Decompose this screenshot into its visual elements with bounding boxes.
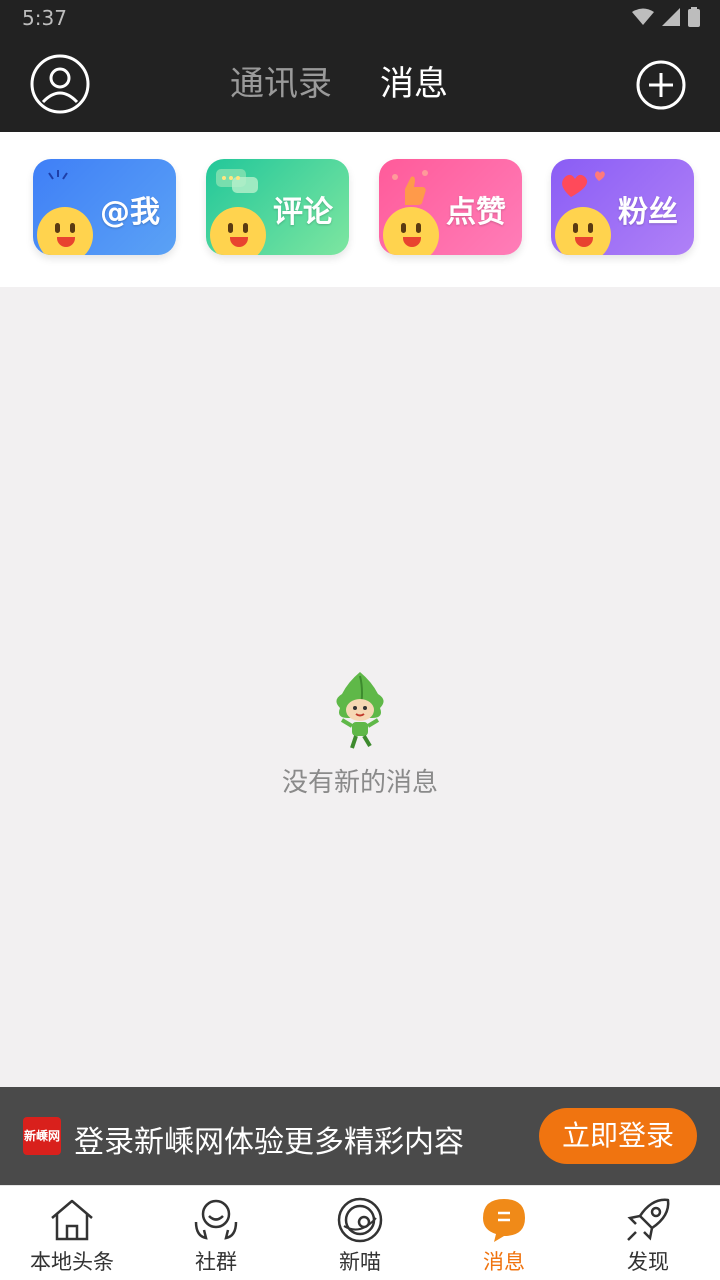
chat-bubble-icon [216,169,258,193]
community-icon [194,1199,238,1240]
leaf-mascot-icon [336,672,384,749]
tab-contacts[interactable]: 通讯录 [230,62,332,106]
login-prompt-text: 登录新嵊网体验更多精彩内容 [74,1125,464,1160]
nav-item-local-headlines[interactable]: 本地头条 [0,1186,144,1280]
message-icon [483,1199,525,1242]
smiley-face-icon [37,207,93,255]
top-header: 通讯录 消息 [0,36,720,132]
login-button[interactable]: 立即登录 [539,1108,697,1164]
signal-icon [662,8,680,26]
home-icon [51,1199,93,1241]
add-icon[interactable] [636,60,686,110]
wifi-icon [632,8,654,25]
nav-label: 本地头条 [30,1250,114,1274]
empty-state: 没有新的消息 [0,672,720,799]
comments-card[interactable]: 评论 [206,159,349,255]
nav-label: 社群 [195,1250,237,1274]
login-banner: 新嵊网 登录新嵊网体验更多精彩内容 立即登录 [0,1087,720,1185]
nav-label: 消息 [483,1250,525,1274]
status-time: 5:37 [22,6,67,30]
site-logo: 新嵊网 [23,1117,61,1155]
quick-actions: @我 评论 点赞 粉丝 [0,132,720,287]
comments-label: 评论 [273,195,333,230]
status-icons [632,7,700,27]
bottom-nav: 本地头条 社群 新喵 消息 发现 [0,1185,720,1280]
followers-card[interactable]: 粉丝 [551,159,694,255]
nav-label: 发现 [627,1250,669,1274]
profile-avatar-icon[interactable] [30,54,90,114]
heart-icon [562,171,605,197]
battery-icon [688,7,700,27]
smiley-face-icon [555,207,611,255]
status-bar: 5:37 [0,0,720,36]
tab-messages[interactable]: 消息 [380,62,448,106]
nav-label: 新喵 [339,1250,381,1274]
planet-icon [337,1197,383,1243]
sparkle-icon [48,170,68,180]
nav-item-messages[interactable]: 消息 [432,1186,576,1280]
followers-label: 粉丝 [618,195,678,230]
header-tabs: 通讯录 消息 [230,62,448,106]
smiley-face-icon [383,207,439,255]
likes-label: 点赞 [446,195,506,230]
mentions-card[interactable]: @我 [33,159,176,255]
empty-state-text: 没有新的消息 [281,768,438,798]
likes-card[interactable]: 点赞 [379,159,522,255]
rocket-icon [627,1198,670,1241]
nav-item-xinmiao[interactable]: 新喵 [288,1186,432,1280]
nav-item-community[interactable]: 社群 [144,1186,288,1280]
smiley-face-icon [210,207,266,255]
nav-item-discover[interactable]: 发现 [576,1186,720,1280]
mentions-label: @我 [100,195,160,230]
thumbs-up-icon [392,170,428,205]
